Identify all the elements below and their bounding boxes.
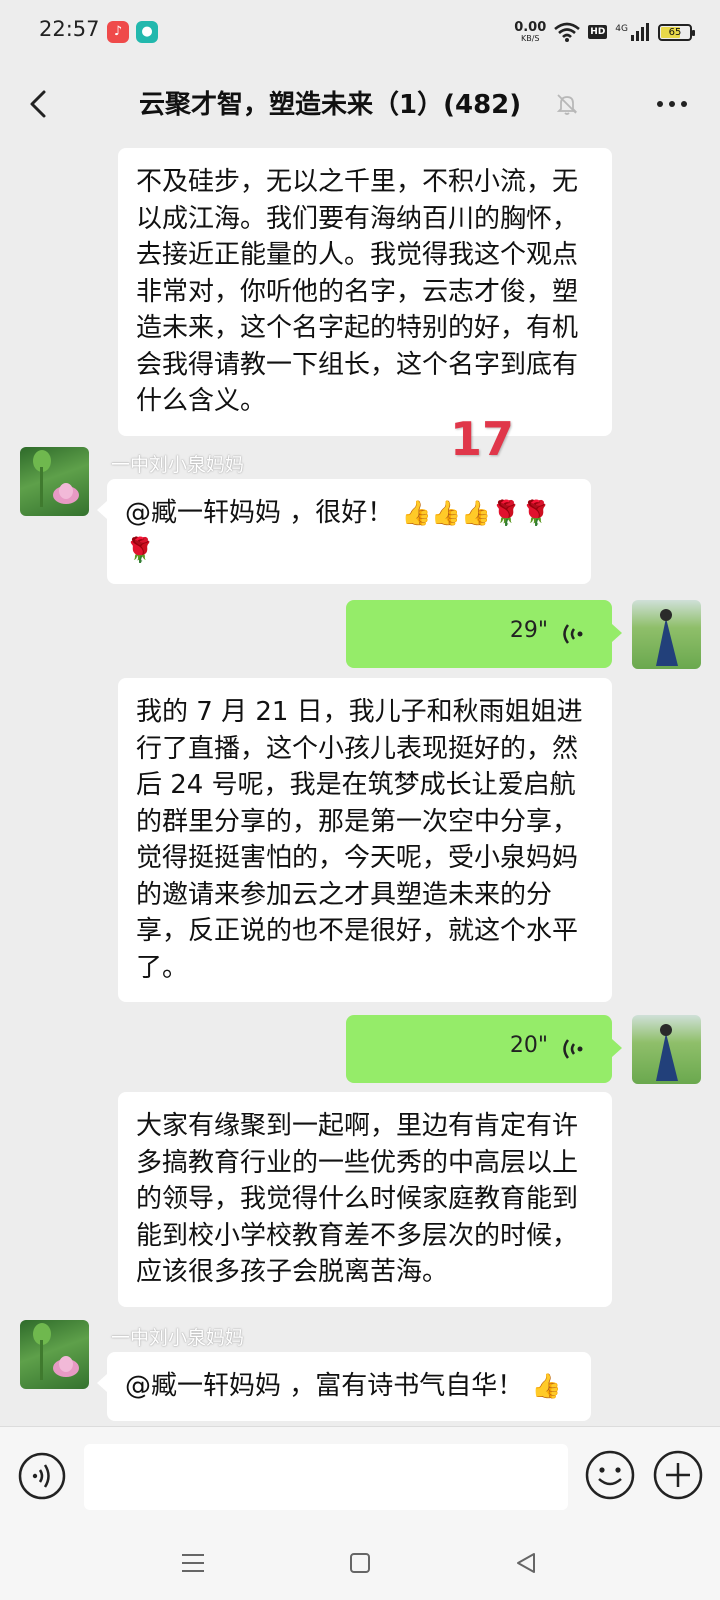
rose-emoji: 🌹 <box>125 535 155 564</box>
system-nav-bar <box>0 1524 720 1600</box>
message-text: 不及硅步，无以之千里，不积小流，无以成江海。我们要有海纳百川的胸怀，去接近正能量… <box>136 167 579 416</box>
music-app-icon: ♪ <box>107 21 129 43</box>
message-text: 我的 7 月 21 日，我儿子和秋雨姐姐进行了直播，这个小孩儿表现挺好的，然后 … <box>136 697 583 983</box>
avatar[interactable] <box>632 600 701 669</box>
network-speed: 0.00 KB/S <box>514 20 547 43</box>
chevron-left-icon[interactable] <box>20 84 60 124</box>
voice-transcript-bubble[interactable]: 不及硅步，无以之千里，不积小流，无以成江海。我们要有海纳百川的胸怀，去接近正能量… <box>118 148 612 436</box>
chat-header: 云聚才智，塑造未来（1）(482) <box>0 62 720 146</box>
voice-input-icon[interactable] <box>17 1451 67 1501</box>
sender-name: 一中刘小泉妈妈 <box>111 1327 245 1349</box>
voice-message-bubble[interactable]: 20" <box>346 1015 622 1083</box>
message-list[interactable]: 不及硅步，无以之千里，不积小流，无以成江海。我们要有海纳百川的胸怀，去接近正能量… <box>0 146 720 1426</box>
thumbs-up-emoji: 👍 <box>431 499 462 527</box>
thumbs-up-emoji: 👍 <box>461 499 492 527</box>
status-indicators: 0.00 KB/S HD 4G 65 <box>514 17 695 47</box>
page-title: 云聚才智，塑造未来（1）(482) <box>139 90 522 120</box>
message-bubble[interactable]: @臧一轩妈妈 ，富有诗书气自华！ 👍 <box>97 1352 591 1421</box>
chat-app-icon: ● <box>136 21 158 43</box>
message-input[interactable] <box>84 1444 568 1510</box>
back-triangle-icon[interactable] <box>508 1546 542 1580</box>
voice-duration: 29" <box>509 618 548 643</box>
avatar[interactable] <box>20 1320 89 1389</box>
message-text: @臧一轩妈妈 ，富有诗书气自华！ <box>125 1371 524 1401</box>
message-text: @臧一轩妈妈 ，很好！ <box>125 498 394 528</box>
status-bar: 22:57 ♪ ● 0.00 KB/S HD 4G 65 <box>0 0 720 62</box>
message-text: 大家有缘聚到一起啊，里边有肯定有许多搞教育行业的一些优秀的中高层以上的领导，我觉… <box>136 1111 579 1287</box>
menu-icon[interactable] <box>176 1546 210 1580</box>
plus-icon[interactable] <box>652 1449 704 1501</box>
sender-name: 一中刘小泉妈妈 <box>111 454 245 476</box>
voice-transcript-bubble[interactable]: 大家有缘聚到一起啊，里边有肯定有许多搞教育行业的一些优秀的中高层以上的领导，我觉… <box>118 1092 612 1307</box>
thumbs-up-emoji: 👍 <box>401 499 432 527</box>
hd-badge: HD <box>588 25 608 39</box>
avatar[interactable] <box>20 447 89 516</box>
more-dots-icon[interactable] <box>652 88 692 120</box>
voice-message-bubble[interactable]: 29" <box>346 600 622 668</box>
avatar[interactable] <box>632 1015 701 1084</box>
thumbs-up-emoji: 👍 <box>531 1372 562 1400</box>
overlay-number: 17 <box>450 412 515 466</box>
smiley-icon[interactable] <box>584 1449 636 1501</box>
message-bubble[interactable]: @臧一轩妈妈 ，很好！ 👍👍👍🌹🌹🌹 <box>97 479 591 584</box>
bell-off-icon <box>556 94 578 115</box>
home-square-icon[interactable] <box>343 1546 377 1580</box>
wifi-icon <box>554 22 581 42</box>
rose-emoji: 🌹 <box>521 499 551 527</box>
signal-icon: 4G <box>615 22 650 42</box>
voice-transcript-bubble[interactable]: 我的 7 月 21 日，我儿子和秋雨姐姐进行了直播，这个小孩儿表现挺好的，然后 … <box>118 678 612 1002</box>
status-time: 22:57 <box>39 17 100 41</box>
input-bar <box>0 1426 720 1524</box>
voice-wave-icon <box>563 624 583 644</box>
battery-icon: 65 <box>658 23 695 41</box>
rose-emoji: 🌹 <box>491 499 522 527</box>
voice-duration: 20" <box>509 1033 548 1058</box>
voice-wave-icon <box>563 1039 583 1059</box>
